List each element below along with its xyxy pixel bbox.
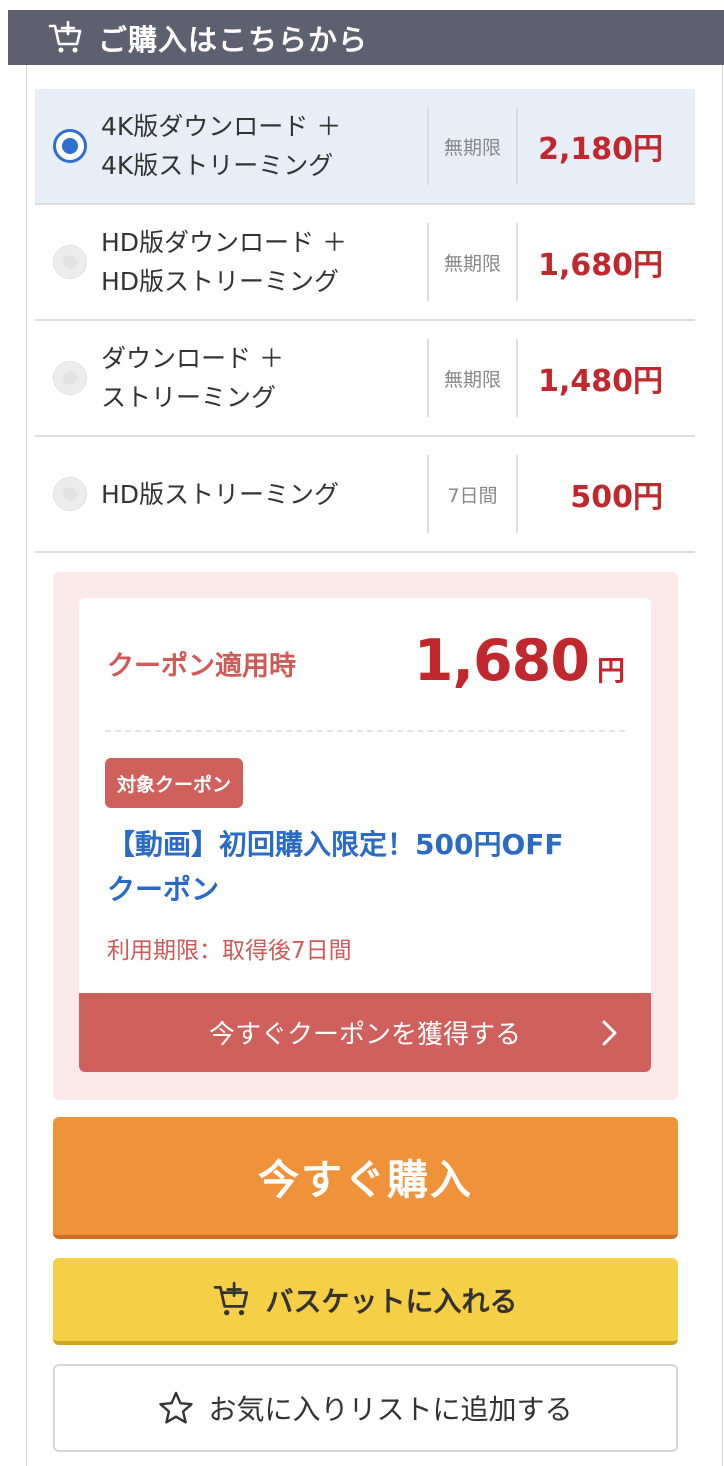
option-price: 500円 [570,480,663,515]
option-label: HD版ストリーミング [101,437,421,551]
option-hd-streaming[interactable]: HD版ストリーミング 7日間 500円 [35,437,695,553]
add-to-basket-button[interactable]: バスケットに入れる [53,1258,678,1345]
purchase-header-title: ご購入はこちらから [98,22,369,57]
coupon-badge: 対象クーポン [105,758,244,808]
coupon-price-value: 1,680 [413,628,590,694]
add-to-favorites-label: お気に入りリストに追加する [208,1393,573,1426]
option-period: 無期限 [427,223,518,301]
get-coupon-button[interactable]: 今すぐクーポンを獲得する [79,993,651,1072]
radio-button[interactable] [53,245,87,279]
cart-plus-icon [46,18,86,58]
cart-plus-icon [213,1281,251,1319]
coupon-name-line2[interactable]: クーポン [107,867,627,912]
option-period: 無期限 [427,107,518,185]
chevron-right-icon [595,1019,623,1047]
option-download-streaming[interactable]: ダウンロード ＋ ストリーミング 無期限 1,480円 [35,321,695,437]
option-price: 2,180円 [538,132,663,167]
coupon-name[interactable]: 【動画】初回購入限定！500円OFF クーポン [107,822,627,912]
option-price: 1,480円 [538,364,663,399]
option-4k-download-streaming[interactable]: 4K版ダウンロード ＋ 4K版ストリーミング 無期限 2,180円 [35,89,695,205]
option-label: 4K版ダウンロード ＋ 4K版ストリーミング [101,89,421,203]
radio-button[interactable] [53,361,87,395]
option-label-line2: 4K版ストリーミング [101,151,334,180]
get-coupon-label: 今すぐクーポンを獲得する [208,1020,521,1050]
buy-now-label: 今すぐ購入 [258,1156,473,1204]
buy-now-button[interactable]: 今すぐ購入 [53,1117,678,1239]
coupon-expiry: 利用期限：取得後7日間 [107,938,352,964]
option-price: 1,680円 [538,248,663,283]
option-label: HD版ダウンロード ＋ HD版ストリーミング [101,205,421,319]
purchase-options: 4K版ダウンロード ＋ 4K版ストリーミング 無期限 2,180円 HD版ダウン… [35,89,695,553]
option-period: 7日間 [427,455,518,533]
divider [105,730,625,732]
coupon-applied-label: クーポン適用時 [107,651,296,682]
coupon-price-unit: 円 [596,654,625,687]
add-to-basket-label: バスケットに入れる [265,1284,518,1318]
coupon-section: クーポン適用時 1,680 円 対象クーポン 【動画】初回購入限定！500円OF… [53,572,678,1100]
coupon-name-line1[interactable]: 【動画】初回購入限定！500円OFF [107,822,627,867]
option-label-line2: ストリーミング [101,383,277,412]
option-label-line1: 4K版ダウンロード ＋ [101,112,342,141]
option-hd-download-streaming[interactable]: HD版ダウンロード ＋ HD版ストリーミング 無期限 1,680円 [35,205,695,321]
option-label-line1: HD版ストリーミング [101,479,340,509]
star-outline-icon [158,1390,194,1426]
option-label: ダウンロード ＋ ストリーミング [101,321,421,435]
option-label-line1: HD版ダウンロード ＋ [101,228,347,257]
coupon-card: クーポン適用時 1,680 円 対象クーポン 【動画】初回購入限定！500円OF… [79,598,651,1072]
option-period: 無期限 [427,339,518,417]
coupon-price: 1,680 円 [414,628,625,694]
radio-button[interactable] [53,477,87,511]
add-to-favorites-button[interactable]: お気に入りリストに追加する [53,1364,678,1452]
option-label-line1: ダウンロード ＋ [101,344,284,373]
radio-button-selected[interactable] [53,129,87,163]
purchase-header: ご購入はこちらから [8,10,724,65]
option-label-line2: HD版ストリーミング [101,267,340,296]
